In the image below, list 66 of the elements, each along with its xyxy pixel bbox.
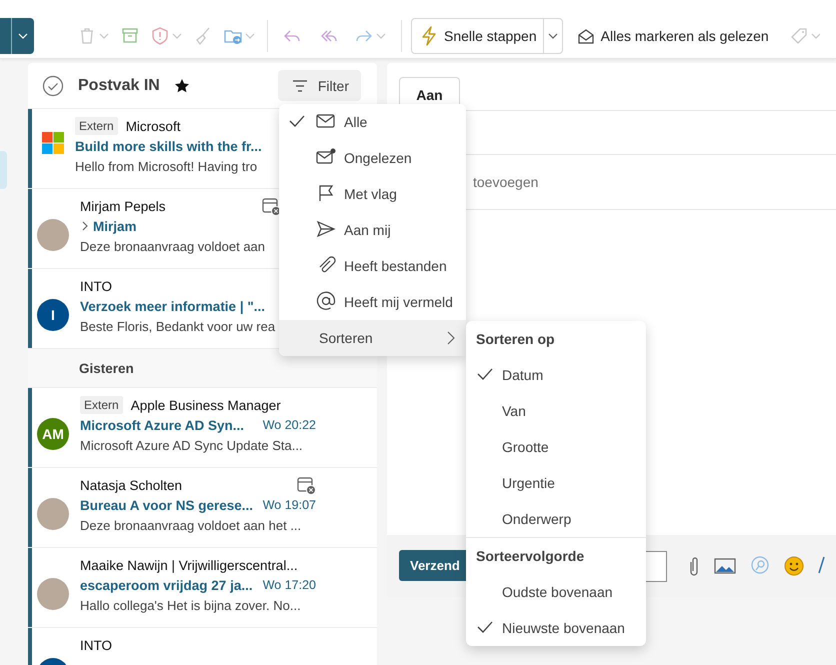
sort-option[interactable]: Van bbox=[466, 393, 646, 429]
section-heading: Sorteren op bbox=[475, 330, 556, 349]
message-preview: Hallo collega's Het is bijna zover. No... bbox=[80, 598, 301, 612]
message-time: Wo 20:22 bbox=[262, 418, 316, 432]
sort-option[interactable]: Nieuwste bovenaan bbox=[466, 610, 646, 646]
message-preview: Microsoft Azure AD Sync Update Sta... bbox=[80, 438, 303, 452]
sort-option[interactable]: Datum bbox=[466, 357, 646, 393]
message-item[interactable]: AM Extern Apple Business Manager Microsoft Azure AD Syn... Wo 20:22 Microsoft Azure AD Sync Update Sta... bbox=[28, 388, 377, 468]
message-subject: Bureau A voor NS gerese... bbox=[80, 498, 254, 512]
message-preview: Beste Floris, Bedankt voor uw rea bbox=[80, 318, 276, 334]
message-preview: Hello from Microsoft! Having tro bbox=[75, 158, 258, 174]
envelope-dot-icon bbox=[316, 146, 336, 166]
group-header: Gisteren bbox=[28, 349, 377, 388]
filter-button[interactable]: Filter bbox=[278, 70, 361, 101]
folder-title: Postvak IN bbox=[78, 76, 160, 94]
check-circle-icon[interactable] bbox=[42, 74, 64, 96]
message-item[interactable]: INTO bbox=[28, 628, 377, 665]
external-tag: Extern bbox=[80, 396, 123, 414]
sidebar-item[interactable] bbox=[0, 151, 7, 189]
sender-name: Maaike Nawijn | Vrijwilligerscentral... bbox=[80, 558, 298, 572]
sender-name: Natasja Scholten bbox=[80, 478, 182, 492]
external-tag: Extern bbox=[75, 117, 118, 135]
smiley-icon[interactable] bbox=[784, 556, 804, 576]
lightning-icon bbox=[420, 26, 438, 46]
shield-icon bbox=[150, 26, 170, 46]
recipient-placeholder[interactable]: toevoegen bbox=[473, 174, 538, 190]
message-subject: Microsoft Azure AD Syn... bbox=[80, 418, 244, 432]
mark-all-read-button[interactable]: Alles markeren als gelezen bbox=[562, 18, 777, 54]
message-subject: Mirjam bbox=[93, 218, 137, 234]
send-icon bbox=[316, 218, 336, 238]
four-squares-logo bbox=[42, 132, 64, 154]
message-item[interactable]: Natasja Scholten Bureau A voor NS gerese... Wo 19:07 Deze bronaanvraag voldoet aan het ... bbox=[28, 468, 377, 548]
sort-option[interactable]: Grootte bbox=[466, 429, 646, 465]
message-preview: Deze bronaanvraag voldoet aan het ... bbox=[80, 518, 302, 532]
sender-name: Apple Business Manager bbox=[130, 398, 281, 412]
avatar bbox=[37, 498, 69, 530]
message-subject: Build more skills with the fr... bbox=[75, 138, 262, 154]
sender-name: INTO bbox=[80, 638, 112, 652]
image-icon[interactable] bbox=[714, 556, 736, 576]
sort-option[interactable]: Urgentie bbox=[466, 465, 646, 501]
send-button[interactable]: Verzend bbox=[399, 550, 466, 580]
filter-lines-icon bbox=[292, 78, 308, 92]
at-sign-icon bbox=[316, 290, 336, 310]
sender-name: INTO bbox=[80, 278, 112, 294]
message-subject: Verzoek meer informatie | "... bbox=[80, 298, 265, 314]
split-button[interactable] bbox=[0, 18, 34, 54]
message-time: Wo 17:20 bbox=[262, 578, 316, 592]
open-envelope-icon bbox=[576, 27, 595, 45]
message-preview: Deze bronaanvraag voldoet aan bbox=[80, 238, 266, 254]
sort-menu-item[interactable]: Sorteren bbox=[279, 320, 466, 356]
sort-option[interactable]: Oudste bovenaan bbox=[466, 574, 646, 610]
sort-option[interactable]: Onderwerp bbox=[466, 501, 646, 537]
section-heading: Sorteervolgorde bbox=[475, 547, 586, 566]
sender-name: Microsoft bbox=[126, 118, 180, 134]
chevron-right-icon bbox=[446, 330, 456, 346]
avatar bbox=[37, 219, 69, 251]
avatar: AM bbox=[37, 418, 69, 450]
sender-name: Mirjam Pepels bbox=[80, 198, 166, 214]
input-field[interactable] bbox=[646, 550, 667, 582]
message-item[interactable]: Maaike Nawijn | Vrijwilligerscentral... escaperoom vrijdag 27 ja... Wo 17:20 Hallo collega's Het is bijna zover. No... bbox=[28, 548, 377, 628]
star-icon[interactable] bbox=[174, 78, 190, 94]
message-time: Wo 19:07 bbox=[262, 498, 316, 512]
avatar: I bbox=[37, 299, 69, 331]
tag-icon bbox=[788, 26, 809, 46]
message-subject: escaperoom vrijdag 27 ja... bbox=[80, 578, 253, 592]
avatar bbox=[37, 578, 69, 610]
